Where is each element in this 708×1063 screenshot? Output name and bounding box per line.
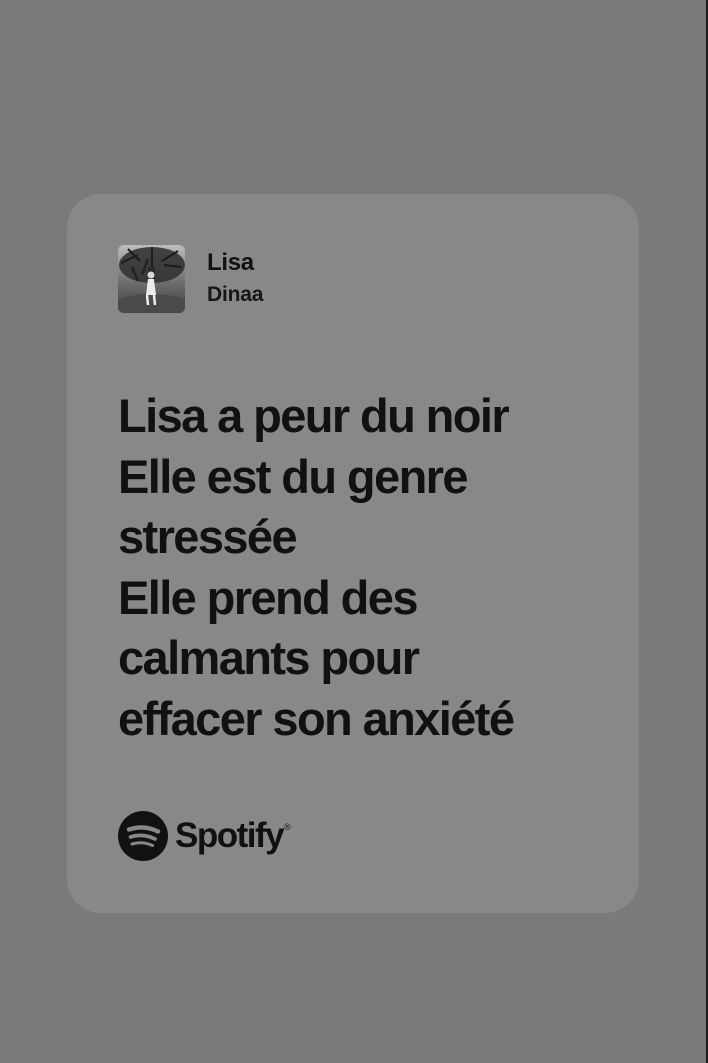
lyric-line: calmants pour bbox=[118, 631, 420, 684]
lyric-line: stressée bbox=[118, 510, 298, 563]
track-artist: Dinaa bbox=[207, 283, 264, 306]
lyrics-share-card: Lisa Dinaa Lisa a peur du noir Elle est … bbox=[67, 194, 639, 913]
trademark-symbol: ® bbox=[284, 822, 291, 832]
spotify-brand: Spotify ® bbox=[118, 810, 291, 862]
lyric-line: Lisa a peur du noir bbox=[118, 389, 510, 442]
lyrics-block: Lisa a peur du noir Elle est du genre st… bbox=[118, 386, 618, 749]
track-title: Lisa bbox=[207, 249, 254, 276]
lyric-line: Elle prend des bbox=[118, 570, 418, 624]
spotify-logo-icon bbox=[118, 811, 168, 861]
track-meta: Lisa Dinaa bbox=[207, 248, 263, 310]
track-header[interactable]: Lisa Dinaa bbox=[118, 245, 263, 313]
album-art bbox=[118, 245, 185, 313]
lyric-line: effacer son anxiété bbox=[118, 691, 515, 745]
album-art-photo-icon bbox=[118, 245, 185, 313]
lyric-line: Elle est du genre bbox=[118, 449, 469, 503]
spotify-wordmark: Spotify bbox=[175, 816, 285, 855]
